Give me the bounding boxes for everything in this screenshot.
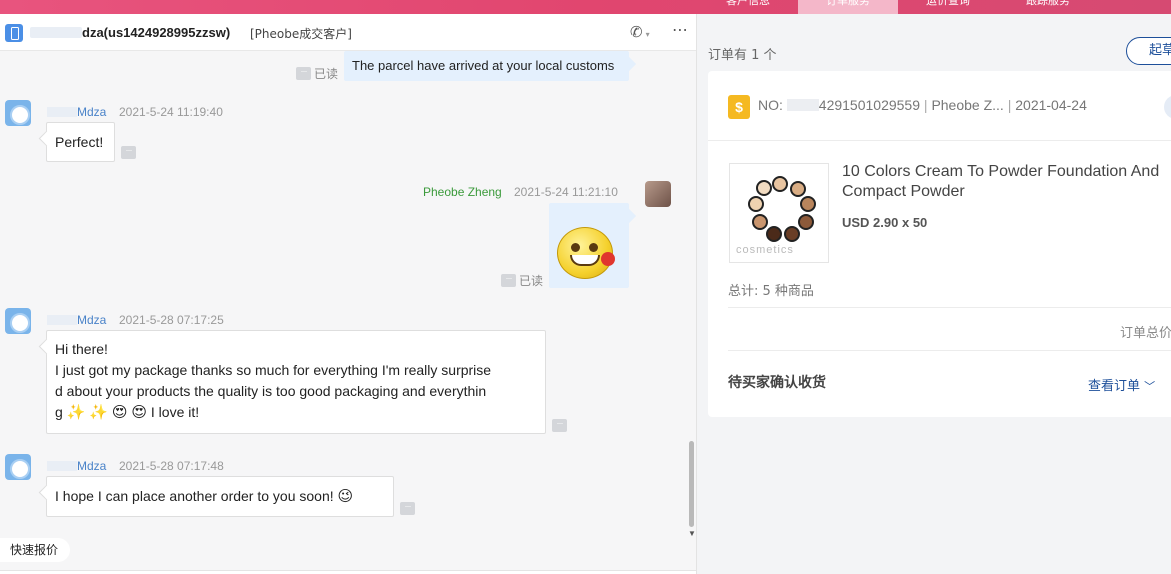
agent-avatar[interactable]	[645, 181, 671, 207]
chat-header: dza(us1424928995zzsw) [Pheobe成交客户] ✆ ▾ ⋯	[0, 14, 696, 51]
chevron-down-icon: ﹀	[1144, 380, 1156, 393]
message-composer[interactable]	[0, 570, 696, 574]
order-no-value: 4291501029559	[818, 97, 921, 113]
message-text-line: Hi there!	[55, 341, 108, 357]
order-total-price-label: 订单总价	[1120, 326, 1171, 341]
order-no-label: NO:	[758, 97, 783, 113]
contact-name-text: dza(us1424928995zzsw)	[82, 25, 231, 40]
read-receipt: ··· 已读	[501, 272, 543, 289]
message-bubble-in: I hope I can place another order to you …	[46, 476, 394, 517]
product-brand-watermark: cosmetics	[736, 244, 794, 256]
message-text-fragment: g	[55, 404, 63, 420]
sender-name-text: Mdza	[77, 105, 107, 119]
order-summary-row[interactable]: $ NO: 4291501029559 | Pheobe Z... | 2021…	[708, 71, 1171, 141]
chat-scrollbar[interactable]	[689, 441, 694, 527]
more-options-icon[interactable]: ⋯	[672, 20, 689, 40]
message-bubble-in: Perfect!	[46, 122, 115, 162]
mobile-device-icon	[5, 24, 23, 42]
scroll-down-arrow-icon[interactable]: ▼	[688, 529, 696, 538]
product-title[interactable]: 10 Colors Cream To Powder Foundation And…	[842, 162, 1171, 202]
sparkles-icon: ✨	[89, 404, 108, 421]
divider	[728, 350, 1171, 351]
message-time: 2021-5-24 11:21:10	[514, 185, 618, 199]
read-label: 已读	[314, 67, 339, 81]
message-time: 2021-5-28 07:17:25	[119, 313, 224, 327]
message-time: 2021-5-24 11:19:40	[119, 105, 223, 119]
message-menu-icon[interactable]: ···	[296, 67, 311, 80]
customer-tag: [Pheobe成交客户]	[250, 27, 352, 41]
message-text-fragment: I love it!	[150, 404, 200, 420]
message-menu-icon[interactable]: ···	[501, 274, 516, 287]
order-toggle-icon[interactable]	[1164, 95, 1171, 119]
tab-order-service[interactable]: 订单服务	[798, 0, 898, 14]
quick-quote-button[interactable]: 快速报价	[0, 538, 71, 562]
sender-name-text: Mdza	[77, 313, 107, 327]
view-order-link[interactable]: 查看订单 ﹀	[1088, 375, 1155, 394]
smile-rose-sticker-icon	[557, 227, 615, 279]
message-text: The parcel have arrived at your local cu…	[352, 58, 615, 73]
sender-name: Pheobe Zheng	[423, 185, 502, 199]
message-menu-icon[interactable]: ···	[400, 502, 415, 515]
heart-eyes-emoji-icon: 😍	[111, 404, 128, 421]
message-text-line: g ✨ ✨ 😍 😍 I love it!	[55, 402, 537, 423]
message-menu-icon[interactable]: ···	[121, 146, 136, 159]
read-receipt: ··· 已读	[296, 65, 338, 82]
message-menu-icon[interactable]: ···	[552, 419, 567, 432]
order-panel: 订单有 1 个 起草 $ NO: 4291501029559 | Pheobe …	[698, 14, 1171, 574]
customer-avatar[interactable]	[5, 454, 31, 480]
product-price: USD 2.90 x 50	[842, 215, 928, 230]
message-time: 2021-5-28 07:17:48	[119, 459, 224, 473]
message-bubble-in: Hi there! I just got my package thanks s…	[46, 330, 546, 434]
chat-panel: dza(us1424928995zzsw) [Pheobe成交客户] ✆ ▾ ⋯ …	[0, 14, 697, 574]
order-count: 订单有 1 个	[708, 48, 777, 63]
customer-avatar[interactable]	[5, 100, 31, 126]
order-status: 待买家确认收货	[728, 375, 826, 391]
redacted-order-prefix	[786, 99, 819, 111]
heart-eyes-emoji-icon: 😍	[131, 404, 148, 421]
order-card: $ NO: 4291501029559 | Pheobe Z... | 2021…	[708, 71, 1171, 417]
sender-name: Mdza	[47, 105, 106, 119]
divider	[728, 307, 1171, 308]
order-date: 2021-04-24	[1015, 97, 1087, 113]
cosmetic-palette-icon	[748, 176, 816, 242]
redacted-name	[47, 107, 77, 117]
message-text-line: d about your products the quality is too…	[55, 383, 487, 399]
sender-name-text: Mdza	[77, 459, 107, 473]
right-panel-tabs: 客户信息 订单服务 运价查询 跟踪服务	[698, 0, 1171, 14]
redacted-name	[47, 315, 77, 325]
sender-name: Mdza	[47, 459, 106, 473]
sparkles-icon: ✨	[66, 404, 86, 421]
draft-order-button[interactable]: 起草	[1126, 37, 1171, 65]
message-text: I hope I can place another order to you …	[55, 488, 334, 504]
message-text-line: I just got my package thanks so much for…	[55, 362, 492, 378]
read-label: 已读	[519, 274, 544, 288]
customer-avatar[interactable]	[5, 308, 31, 334]
order-seller: Pheobe Z...	[931, 97, 1004, 113]
sender-name: Mdza	[47, 313, 106, 327]
product-title-line: Compact Powder	[842, 183, 965, 200]
redacted-name	[47, 461, 77, 471]
wink-emoji-icon: 😉	[337, 488, 354, 505]
redacted-name	[30, 27, 82, 38]
contact-name: dza(us1424928995zzsw)	[30, 25, 230, 40]
message-bubble-out: The parcel have arrived at your local cu…	[344, 51, 629, 81]
tab-tracking-service[interactable]: 跟踪服务	[998, 0, 1098, 14]
tab-customer-info[interactable]: 客户信息	[698, 0, 798, 14]
order-number-line: NO: 4291501029559 | Pheobe Z... | 2021-0…	[758, 97, 1087, 113]
view-order-label: 查看订单	[1088, 379, 1141, 394]
product-title-line: 10 Colors Cream To Powder Foundation And	[842, 163, 1160, 180]
product-image[interactable]: cosmetics	[729, 163, 829, 263]
order-item-total: 总计: 5 种商品	[728, 284, 814, 299]
message-text: Perfect!	[55, 134, 104, 150]
phone-call-icon[interactable]: ✆ ▾	[630, 23, 650, 41]
dollar-coin-icon: $	[728, 95, 750, 119]
tab-freight-query[interactable]: 运价查询	[898, 0, 998, 14]
